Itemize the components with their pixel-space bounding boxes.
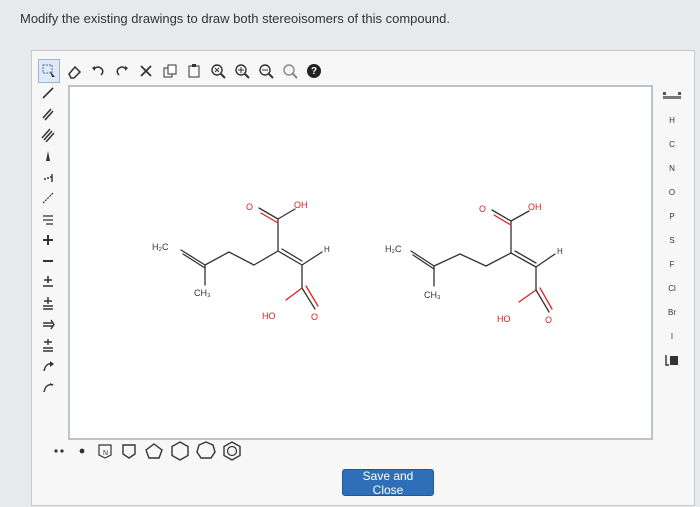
wavy-bond-icon[interactable] <box>36 208 60 229</box>
zoom-out-icon[interactable] <box>256 60 276 82</box>
element-s[interactable]: S <box>655 228 689 252</box>
single-bond-icon[interactable] <box>36 82 60 103</box>
double-bond-icon[interactable] <box>36 103 60 124</box>
m1-ch3: CH₃ <box>194 288 211 298</box>
dot-icon[interactable] <box>74 441 90 461</box>
m1-o-bottom: O <box>311 312 318 322</box>
m1-ho: HO <box>262 311 276 321</box>
radical-icon[interactable] <box>36 271 60 292</box>
top-toolbar: ? <box>38 58 328 84</box>
template-icon[interactable]: N <box>96 441 114 461</box>
cyclohexane-icon[interactable] <box>170 441 190 461</box>
chain-icon[interactable] <box>36 187 60 208</box>
generic-atom-icon[interactable] <box>655 348 689 372</box>
zoom-fit-icon[interactable] <box>208 60 228 82</box>
m2-h2c: H₂C <box>385 244 402 254</box>
element-c[interactable]: C <box>655 132 689 156</box>
element-br[interactable]: Br <box>655 300 689 324</box>
cut-icon[interactable] <box>136 60 156 82</box>
m1-o-top: O <box>246 202 253 212</box>
m2-oh-top: OH <box>528 202 542 212</box>
m1-h: H <box>324 245 330 254</box>
element-p[interactable]: P <box>655 204 689 228</box>
element-h[interactable]: H <box>655 108 689 132</box>
zoom-reset-icon[interactable] <box>280 60 300 82</box>
m2-o-bottom: O <box>545 315 552 325</box>
lone-pair-icon[interactable] <box>36 292 60 313</box>
hash-bond-icon[interactable] <box>36 166 60 187</box>
m2-ch3: CH₃ <box>424 290 441 300</box>
element-o[interactable]: O <box>655 180 689 204</box>
element-i[interactable]: I <box>655 324 689 348</box>
sgroup-icon[interactable] <box>36 334 60 355</box>
cycloheptane-icon[interactable] <box>196 441 216 461</box>
molecule-drawings: O OH H H₂C CH₃ HO O O OH H H₂C CH₃ HO O <box>152 200 563 325</box>
m1-h2c: H₂C <box>152 242 169 252</box>
benzene-icon[interactable] <box>222 441 242 461</box>
left-toolbar <box>36 82 62 397</box>
cyclobutane-icon[interactable] <box>120 441 138 461</box>
bracket-icon[interactable] <box>36 313 60 334</box>
drawing-canvas[interactable]: O OH H H₂C CH₃ HO O O OH H H₂C CH₃ HO O <box>68 85 653 440</box>
element-n[interactable]: N <box>655 156 689 180</box>
save-and-close-button[interactable]: Save and Close <box>342 469 434 497</box>
m1-oh-top: OH <box>294 200 308 210</box>
element-palette: H C N O P S F Cl Br I <box>655 84 689 372</box>
m2-h: H <box>557 247 563 256</box>
help-button[interactable]: ? <box>304 60 324 82</box>
eraser-icon[interactable] <box>64 60 84 82</box>
chain-dots-icon[interactable] <box>52 441 68 461</box>
m2-ho: HO <box>497 314 511 324</box>
ring-toolbar: N <box>52 440 248 462</box>
select-lasso-icon[interactable] <box>38 59 60 83</box>
redo-icon[interactable] <box>112 60 132 82</box>
question-text: Modify the existing drawings to draw bot… <box>20 11 450 26</box>
triple-bond-icon[interactable] <box>36 124 60 145</box>
m2-o-top: O <box>479 204 486 214</box>
undo-icon[interactable] <box>88 60 108 82</box>
copy-icon[interactable] <box>160 60 180 82</box>
wedge-bond-icon[interactable] <box>36 145 60 166</box>
help-icon: ? <box>307 64 321 78</box>
element-f[interactable]: F <box>655 252 689 276</box>
positive-charge-icon[interactable] <box>36 229 60 250</box>
curved-arrow-half-icon[interactable] <box>36 376 60 397</box>
curved-arrow-icon[interactable] <box>36 355 60 376</box>
element-cl[interactable]: Cl <box>655 276 689 300</box>
svg-text:N: N <box>103 450 108 457</box>
cyclopentane-icon[interactable] <box>144 441 164 461</box>
negative-charge-icon[interactable] <box>36 250 60 271</box>
paste-icon[interactable] <box>184 60 204 82</box>
periodic-table-icon[interactable] <box>655 84 689 108</box>
zoom-in-icon[interactable] <box>232 60 252 82</box>
